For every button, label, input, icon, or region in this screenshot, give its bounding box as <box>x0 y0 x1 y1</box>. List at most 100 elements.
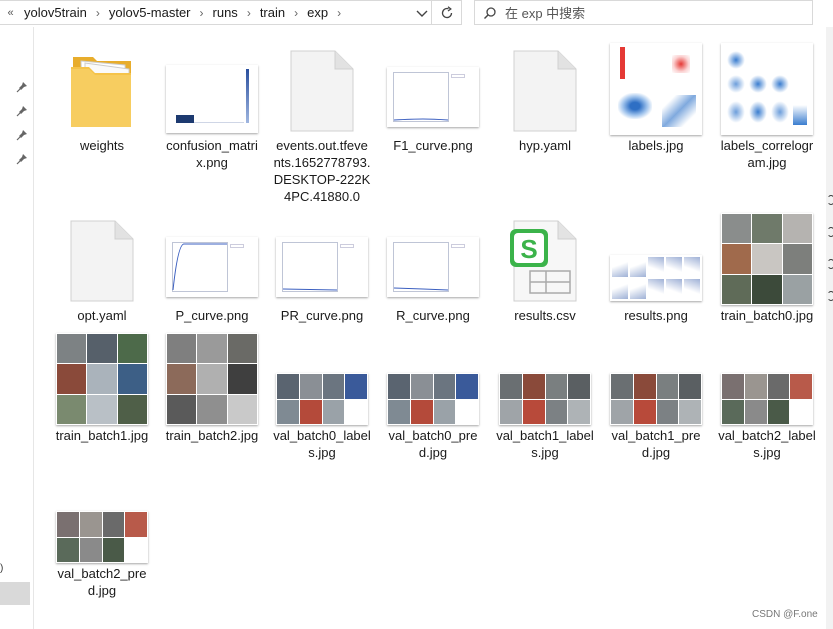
image-icon <box>52 468 152 563</box>
search-icon <box>475 1 505 24</box>
file-item-val-batch1-pred[interactable]: val_batch1_pred.jpg <box>605 330 707 461</box>
file-name: results.png <box>624 308 688 323</box>
image-icon <box>717 40 817 135</box>
file-item-train-batch0[interactable]: train_batch0.jpg <box>716 210 818 324</box>
file-name: val_batch2_pred.jpg <box>57 566 147 598</box>
image-icon <box>383 330 483 425</box>
image-icon <box>606 40 706 135</box>
breadcrumb-exp[interactable]: exp <box>303 5 332 20</box>
file-item-p-curve[interactable]: P_curve.png <box>161 210 263 324</box>
image-icon <box>162 40 262 135</box>
image-icon <box>162 210 262 305</box>
breadcrumb-separator[interactable]: › <box>289 6 303 20</box>
right-edge-strip <box>826 27 833 629</box>
file-item-opt-yaml[interactable]: opt.yaml <box>51 210 153 324</box>
file-item-weights[interactable]: weights <box>51 40 153 154</box>
breadcrumb-separator[interactable]: › <box>91 6 105 20</box>
file-name: train_batch2.jpg <box>165 428 259 443</box>
blank-file-icon <box>52 210 152 305</box>
file-item-val-batch2-pred[interactable]: val_batch2_pred.jpg <box>51 468 153 599</box>
file-item-labels-jpg[interactable]: labels.jpg <box>605 40 707 154</box>
address-bar[interactable]: « yolov5train › yolov5-master › runs › t… <box>0 0 462 25</box>
breadcrumb-yolov5-master[interactable]: yolov5-master <box>105 5 195 20</box>
breadcrumb-yolov5train[interactable]: yolov5train <box>20 5 91 20</box>
file-item-val-batch0-pred[interactable]: val_batch0_pred.jpg <box>382 330 484 461</box>
pin-icon[interactable] <box>16 81 28 93</box>
file-name: PR_curve.png <box>280 308 364 323</box>
file-name: val_batch2_labels.jpg <box>718 428 816 460</box>
breadcrumb-separator[interactable]: › <box>242 6 256 20</box>
file-name: train_batch1.jpg <box>55 428 149 443</box>
image-icon <box>717 210 817 305</box>
file-name: opt.yaml <box>77 308 127 323</box>
nav-item-selected[interactable] <box>0 582 30 605</box>
partial-circle-icon <box>827 259 833 269</box>
search-placeholder[interactable]: 在 exp 中搜索 <box>505 3 585 22</box>
blank-file-icon <box>272 40 372 135</box>
image-icon <box>162 330 262 425</box>
svg-text:S: S <box>520 234 537 264</box>
blank-file-icon <box>495 40 595 135</box>
file-name: val_batch1_pred.jpg <box>611 428 701 460</box>
image-icon <box>383 40 483 135</box>
pin-icon[interactable] <box>16 105 28 117</box>
file-item-train-batch2[interactable]: train_batch2.jpg <box>161 330 263 444</box>
top-bar: « yolov5train › yolov5-master › runs › t… <box>0 0 833 27</box>
file-name: val_batch0_pred.jpg <box>388 428 478 460</box>
image-icon <box>52 330 152 425</box>
file-item-tfevents[interactable]: events.out.tfevents.1652778793.DESKTOP-2… <box>271 40 373 205</box>
image-icon <box>383 210 483 305</box>
file-name: val_batch0_labels.jpg <box>273 428 371 460</box>
file-name: confusion_matrix.png <box>166 138 258 170</box>
file-name: labels_correlogram.jpg <box>720 138 814 170</box>
image-icon <box>495 330 595 425</box>
breadcrumb: yolov5train › yolov5-master › runs › tra… <box>20 5 346 20</box>
folder-icon <box>52 40 152 135</box>
file-item-labels-correlogram[interactable]: labels_correlogram.jpg <box>716 40 818 171</box>
overflow-chevrons-icon[interactable]: « <box>0 7 20 19</box>
file-name: labels.jpg <box>628 138 684 153</box>
watermark: CSDN @F.one <box>752 609 818 620</box>
file-item-val-batch1-labels[interactable]: val_batch1_labels.jpg <box>494 330 596 461</box>
refresh-button[interactable] <box>431 1 461 24</box>
file-name: F1_curve.png <box>393 138 473 153</box>
breadcrumb-separator[interactable]: › <box>195 6 209 20</box>
file-item-f1-curve[interactable]: F1_curve.png <box>382 40 484 154</box>
navigation-pane: ) <box>0 27 34 629</box>
csv-file-icon: S <box>495 210 595 305</box>
file-item-train-batch1[interactable]: train_batch1.jpg <box>51 330 153 444</box>
image-icon <box>606 330 706 425</box>
image-icon <box>272 210 372 305</box>
file-name: results.csv <box>514 308 576 323</box>
nav-item-label: ) <box>0 563 4 574</box>
chevron-down-icon[interactable] <box>415 5 429 21</box>
file-name: R_curve.png <box>396 308 470 323</box>
file-item-pr-curve[interactable]: PR_curve.png <box>271 210 373 324</box>
image-icon <box>717 330 817 425</box>
file-name: weights <box>79 138 125 153</box>
file-name: train_batch0.jpg <box>720 308 814 323</box>
file-name: hyp.yaml <box>518 138 572 153</box>
file-name: val_batch1_labels.jpg <box>496 428 594 460</box>
file-name: P_curve.png <box>175 308 249 323</box>
breadcrumb-separator[interactable]: › <box>332 6 346 20</box>
file-item-results-csv[interactable]: S results.csv <box>494 210 596 324</box>
image-icon <box>606 210 706 305</box>
file-item-hyp-yaml[interactable]: hyp.yaml <box>494 40 596 154</box>
refresh-icon <box>441 5 452 18</box>
file-item-val-batch2-labels[interactable]: val_batch2_labels.jpg <box>716 330 818 461</box>
partial-circle-icon <box>827 195 833 205</box>
image-icon <box>272 330 372 425</box>
partial-circle-icon <box>827 291 833 301</box>
breadcrumb-train[interactable]: train <box>256 5 289 20</box>
file-name: events.out.tfevents.1652778793.DESKTOP-2… <box>273 138 371 204</box>
file-item-val-batch0-labels[interactable]: val_batch0_labels.jpg <box>271 330 373 461</box>
file-item-results-png[interactable]: results.png <box>605 210 707 324</box>
search-box[interactable]: 在 exp 中搜索 <box>474 0 813 25</box>
partial-circle-icon <box>827 227 833 237</box>
pin-icon[interactable] <box>16 129 28 141</box>
breadcrumb-runs[interactable]: runs <box>209 5 242 20</box>
pin-icon[interactable] <box>16 153 28 165</box>
file-item-confusion-matrix[interactable]: confusion_matrix.png <box>161 40 263 171</box>
file-item-r-curve[interactable]: R_curve.png <box>382 210 484 324</box>
